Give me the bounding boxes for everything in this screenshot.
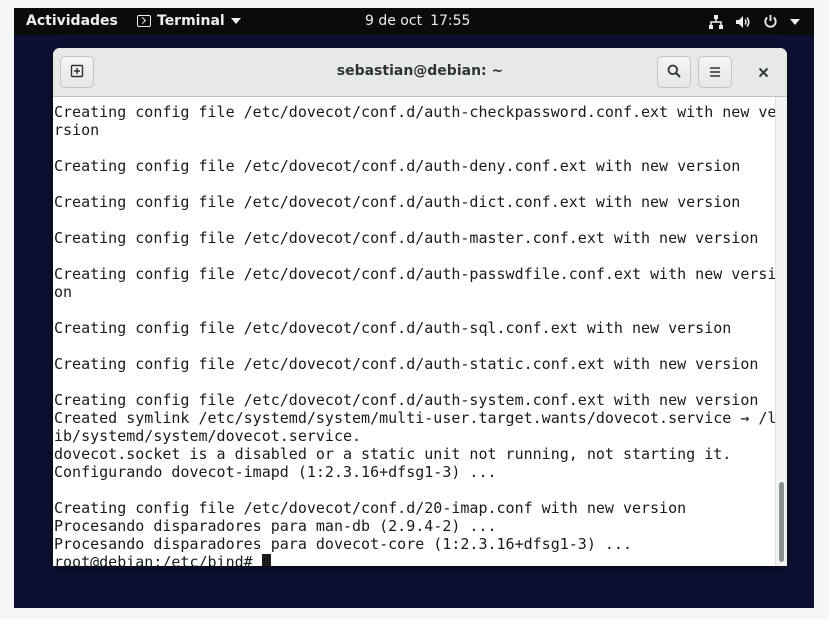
terminal-line: Created symlink /etc/systemd/system/mult… (54, 409, 777, 427)
terminal-line: ib/systemd/system/dovecot.service. (54, 427, 362, 445)
chevron-down-icon (790, 18, 800, 25)
clock[interactable]: 9 de oct 17:55 (365, 13, 470, 29)
search-icon (667, 63, 681, 82)
scrollbar-thumb[interactable] (779, 482, 784, 562)
terminal-line: Creating config file /etc/dovecot/conf.d… (54, 355, 759, 373)
terminal-line: Creating config file /etc/dovecot/conf.d… (54, 391, 759, 409)
activities-button[interactable]: Actividades (26, 13, 118, 29)
terminal-window: sebastian@debian: ~ Creating config file… (53, 48, 787, 566)
close-icon (758, 63, 769, 82)
terminal-line: Procesando disparadores para man-db (2.9… (54, 517, 497, 535)
terminal-line: Creating config file /etc/dovecot/conf.d… (54, 265, 777, 283)
terminal-output: Creating config file /etc/dovecot/conf.d… (54, 103, 776, 566)
volume-icon (735, 15, 751, 29)
app-menu[interactable]: Terminal (137, 13, 241, 29)
terminal-line: Creating config file /etc/dovecot/conf.d… (54, 193, 741, 211)
terminal-line: Procesando disparadores para dovecot-cor… (54, 535, 632, 553)
close-button[interactable] (749, 56, 777, 88)
chevron-down-icon (230, 18, 241, 24)
search-button[interactable] (657, 56, 691, 88)
menu-button[interactable] (698, 56, 732, 88)
scrollbar[interactable] (775, 97, 787, 566)
terminal-line: dovecot.socket is a disabled or a static… (54, 445, 732, 463)
network-icon (709, 14, 723, 29)
prompt-line[interactable]: root@debian:/etc/bind# (54, 553, 776, 566)
terminal-line: Creating config file /etc/dovecot/conf.d… (54, 319, 732, 337)
terminal-line: Creating config file /etc/dovecot/conf.d… (54, 499, 687, 517)
terminal-line: Creating config file /etc/dovecot/conf.d… (54, 157, 741, 175)
header-bar: sebastian@debian: ~ (53, 48, 787, 97)
clock-time: 17:55 (430, 13, 471, 29)
terminal-area[interactable]: Creating config file /etc/dovecot/conf.d… (53, 97, 787, 566)
terminal-line: rsion (54, 121, 100, 139)
terminal-line: Creating config file /etc/dovecot/conf.d… (54, 103, 777, 121)
system-tray[interactable] (709, 12, 800, 31)
desktop: Actividades Terminal 9 de oct 17:55 seba… (14, 8, 814, 608)
shell-prompt: root@debian:/etc/bind# (54, 553, 262, 566)
app-menu-label: Terminal (157, 13, 225, 29)
clock-date: 9 de oct (365, 13, 423, 29)
hamburger-menu-icon (709, 63, 721, 82)
text-cursor (261, 554, 271, 566)
terminal-icon (137, 15, 151, 27)
terminal-line: Creating config file /etc/dovecot/conf.d… (54, 229, 759, 247)
top-bar: Actividades Terminal 9 de oct 17:55 (14, 8, 814, 35)
power-icon (763, 14, 778, 29)
terminal-line: Configurando dovecot-imapd (1:2.3.16+dfs… (54, 463, 497, 481)
terminal-line: on (54, 283, 73, 301)
